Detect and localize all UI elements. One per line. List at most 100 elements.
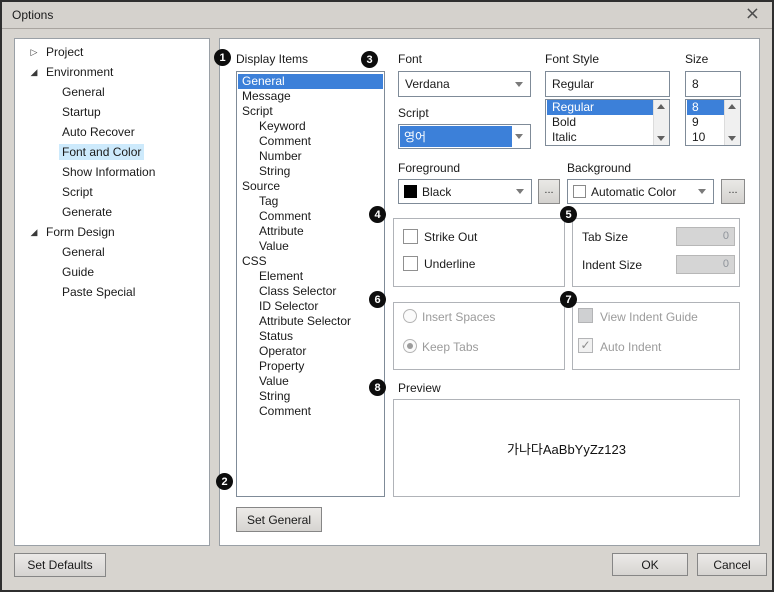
display-item[interactable]: Operator [238, 344, 383, 359]
chevron-down-icon [698, 189, 706, 194]
tree-item-show-information[interactable]: Show Information [15, 162, 253, 182]
font-style-scrollbar[interactable] [653, 100, 669, 145]
set-defaults-button[interactable]: Set Defaults [14, 553, 106, 577]
tree-item-font-and-color[interactable]: Font and Color [15, 142, 253, 162]
window-title: Options [12, 8, 53, 22]
tree-item-general[interactable]: General [15, 242, 253, 262]
tree-item-label: Font and Color [59, 144, 144, 160]
display-item[interactable]: String [238, 164, 383, 179]
display-item[interactable]: Element [238, 269, 383, 284]
tree-item-script[interactable]: Script [15, 182, 253, 202]
tree-item-guide[interactable]: Guide [15, 262, 253, 282]
set-defaults-label: Set Defaults [27, 558, 92, 572]
display-item[interactable]: CSS [238, 254, 383, 269]
display-item[interactable]: Message [238, 89, 383, 104]
size-scrollbar[interactable] [724, 100, 740, 145]
foreground-label: Foreground [398, 161, 460, 176]
list-option[interactable]: 9 [687, 115, 724, 130]
display-item[interactable]: Class Selector [238, 284, 383, 299]
display-item[interactable]: Comment [238, 134, 383, 149]
font-style-list[interactable]: RegularBoldItalic [545, 99, 670, 146]
foreground-value: Black [417, 185, 451, 199]
chevron-down-icon [515, 82, 523, 87]
tree-expanded-icon[interactable]: ◢ [25, 223, 43, 243]
badge-7: 7 [560, 291, 577, 308]
display-item[interactable]: General [238, 74, 383, 89]
underline-checkbox[interactable] [403, 256, 418, 271]
list-option[interactable]: 10 [687, 130, 724, 145]
list-option[interactable]: Regular [547, 100, 653, 115]
badge-6: 6 [369, 291, 386, 308]
display-item[interactable]: Source [238, 179, 383, 194]
tree-item-label: Script [59, 184, 96, 200]
foreground-browse-button[interactable]: ... [538, 179, 560, 204]
tree-item-generate[interactable]: Generate [15, 202, 253, 222]
display-item[interactable]: Tag [238, 194, 383, 209]
tree-item-general[interactable]: General [15, 82, 253, 102]
display-item[interactable]: Comment [238, 404, 383, 419]
auto-indent-checkbox[interactable]: ✓ [578, 338, 593, 353]
preview-label: Preview [398, 381, 441, 396]
indent-size-input[interactable]: 0 [676, 255, 735, 274]
script-select[interactable]: 영어 [398, 124, 531, 149]
auto-indent-label: Auto Indent [600, 340, 661, 355]
display-item[interactable]: Status [238, 329, 383, 344]
tree-collapsed-icon[interactable]: ▷ [25, 43, 43, 63]
display-item[interactable]: ID Selector [238, 299, 383, 314]
set-general-button[interactable]: Set General [236, 507, 322, 532]
display-item[interactable]: Attribute [238, 224, 383, 239]
background-select[interactable]: Automatic Color [567, 179, 714, 204]
list-option[interactable]: 8 [687, 100, 724, 115]
tab-size-input[interactable]: 0 [676, 227, 735, 246]
list-option[interactable]: Bold [547, 115, 653, 130]
tab-size-label: Tab Size [582, 230, 628, 245]
font-style-input[interactable]: Regular [545, 71, 670, 97]
display-item[interactable]: Comment [238, 209, 383, 224]
script-value: 영어 [404, 128, 426, 145]
strike-out-checkbox[interactable] [403, 229, 418, 244]
tree-item-environment[interactable]: ◢Environment [15, 62, 219, 82]
scroll-up-icon[interactable] [728, 104, 736, 109]
tree-item-form-design[interactable]: ◢Form Design [15, 222, 219, 242]
scroll-up-icon[interactable] [657, 104, 665, 109]
title-bar[interactable]: Options × [2, 2, 772, 29]
scroll-down-icon[interactable] [728, 136, 736, 141]
badge-2: 2 [216, 473, 233, 490]
background-swatch [573, 185, 586, 198]
font-family-select[interactable]: Verdana [398, 71, 531, 97]
keep-tabs-radio[interactable] [403, 339, 417, 353]
display-item[interactable]: String [238, 389, 383, 404]
tree-item-label: Paste Special [59, 284, 138, 300]
font-family-value: Verdana [399, 77, 450, 91]
tree-expanded-icon[interactable]: ◢ [25, 63, 43, 83]
text-effects-group [393, 218, 565, 287]
display-item[interactable]: Property [238, 359, 383, 374]
display-item[interactable]: Attribute Selector [238, 314, 383, 329]
display-items-list[interactable]: GeneralMessageScriptKeywordCommentNumber… [236, 71, 385, 497]
display-item[interactable]: Script [238, 104, 383, 119]
category-tree[interactable]: ▷Project◢EnvironmentGeneralStartupAuto R… [14, 38, 210, 546]
list-option[interactable]: Italic [547, 130, 653, 145]
view-indent-guide-checkbox[interactable] [578, 308, 593, 323]
display-item[interactable]: Number [238, 149, 383, 164]
tree-item-label: General [59, 84, 108, 100]
size-input[interactable]: 8 [685, 71, 741, 97]
preview-sample-text: 가나다AaBbYyZz123 [507, 439, 626, 458]
display-item[interactable]: Keyword [238, 119, 383, 134]
scroll-down-icon[interactable] [657, 136, 665, 141]
cancel-button[interactable]: Cancel [697, 553, 767, 576]
tree-item-auto-recover[interactable]: Auto Recover [15, 122, 253, 142]
insert-spaces-radio[interactable] [403, 309, 417, 323]
close-icon[interactable]: × [745, 3, 760, 24]
size-list[interactable]: 8910 [685, 99, 741, 146]
tree-item-startup[interactable]: Startup [15, 102, 253, 122]
tree-item-project[interactable]: ▷Project [15, 42, 219, 62]
display-item[interactable]: Value [238, 374, 383, 389]
foreground-select[interactable]: Black [398, 179, 532, 204]
tree-item-paste-special[interactable]: Paste Special [15, 282, 253, 302]
display-item[interactable]: Value [238, 239, 383, 254]
background-browse-button[interactable]: ... [721, 179, 745, 204]
ok-button[interactable]: OK [612, 553, 688, 576]
badge-4: 4 [369, 206, 386, 223]
tree-item-label: Startup [59, 104, 104, 120]
